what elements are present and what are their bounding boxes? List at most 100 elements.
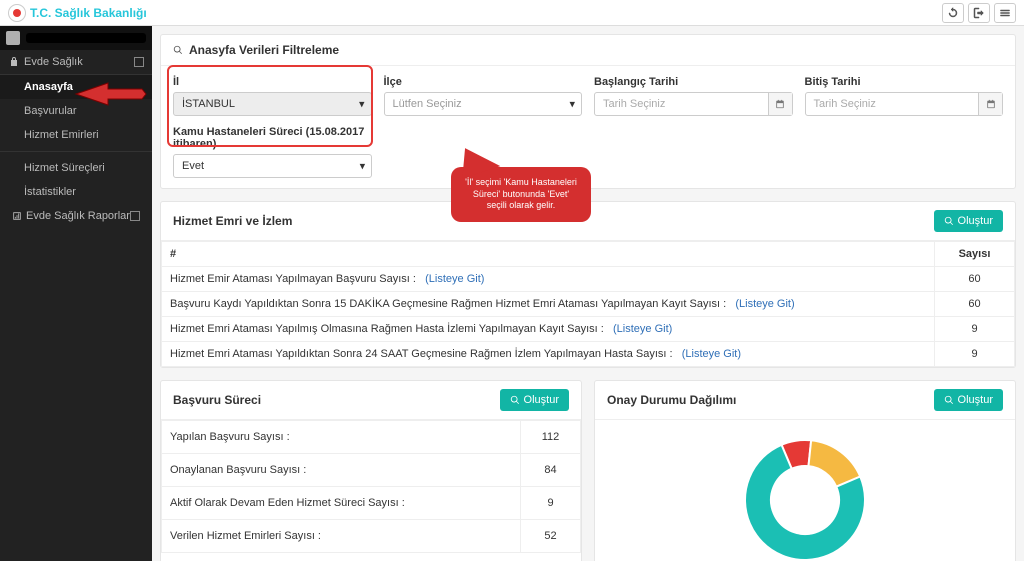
baslangic-date-input[interactable]: Tarih Seçiniz <box>594 92 793 116</box>
liste-link[interactable]: (Listeye Git) <box>613 323 672 335</box>
filter-panel-title: Anasyfa Verileri Filtreleme <box>189 43 339 57</box>
onay-header: Onay Durumu Dağılımı Oluştur <box>595 381 1015 420</box>
row-text: Hizmet Emri Ataması Yapıldıktan Sonra 24… <box>170 348 673 360</box>
basvuru-olustur-button[interactable]: Oluştur <box>500 389 569 411</box>
row-text: Onaylanan Başvuru Sayısı : <box>162 454 521 487</box>
filter-bitis-group: Bitiş Tarihi Tarih Seçiniz <box>805 76 1004 116</box>
menu-header-label: Evde Sağlık <box>24 56 83 68</box>
olustur-label: Oluştur <box>958 394 993 406</box>
ilce-select[interactable]: Lütfen Seçiniz ▾ <box>384 92 583 116</box>
logout-button[interactable] <box>968 3 990 23</box>
refresh-icon <box>947 7 959 19</box>
user-row[interactable] <box>0 26 152 50</box>
menu-button[interactable] <box>994 3 1016 23</box>
sidebar: Evde Sağlık Anasayfa Başvurular Hizmet E… <box>0 26 152 561</box>
basvuru-title: Başvuru Süreci <box>173 393 261 407</box>
basvuru-panel: Başvuru Süreci Oluştur Yapılan Başvuru S… <box>160 380 582 561</box>
sidebar-item-label: İstatistikler <box>24 186 76 198</box>
row-text: Hizmet Emri Ataması Yapılmış Olmasına Ra… <box>170 323 604 335</box>
chevron-down-icon: ▾ <box>360 160 366 173</box>
topbar: T.C. Sağlık Bakanlığı <box>0 0 1024 26</box>
hizmet-emri-olustur-button[interactable]: Oluştur <box>934 210 1003 232</box>
avatar <box>6 31 20 45</box>
search-icon <box>173 45 183 55</box>
sidebar-item-hizmet-emirleri[interactable]: Hizmet Emirleri <box>0 123 152 147</box>
hamburger-icon <box>999 7 1011 19</box>
chevron-down-icon: ▾ <box>569 98 575 111</box>
liste-link[interactable]: (Listeye Git) <box>425 273 484 285</box>
filter-il-label: İl <box>173 76 372 88</box>
filter-ilce-group: İlçe Lütfen Seçiniz ▾ <box>384 76 583 116</box>
expand-icon <box>130 211 140 221</box>
date-placeholder: Tarih Seçiniz <box>603 98 665 110</box>
filter-panel-body: İl İSTANBUL ▾ İlçe Lütfen Seçiniz ▾ Başl… <box>161 66 1015 188</box>
sidebar-item-hizmet-surecleri[interactable]: Hizmet Süreçleri <box>0 156 152 180</box>
ilce-select-placeholder: Lütfen Seçiniz <box>393 98 462 110</box>
table-row: Hizmet Emri Ataması Yapıldıktan Sonra 24… <box>162 342 1015 367</box>
sidebar-item-basvurular[interactable]: Başvurular <box>0 99 152 123</box>
sidebar-item-anasayfa[interactable]: Anasayfa <box>0 75 152 99</box>
table-row: Hizmet Emri Ataması Yapılmış Olmasına Ra… <box>162 317 1015 342</box>
main-content: Anasyfa Verileri Filtreleme İl İSTANBUL … <box>152 26 1024 561</box>
filter-baslangic-label: Başlangıç Tarihi <box>594 76 793 88</box>
row-count: 9 <box>935 342 1015 367</box>
row-count: 52 <box>521 520 581 553</box>
search-icon <box>510 395 520 405</box>
health-icon <box>8 56 20 68</box>
topbar-actions <box>942 3 1016 23</box>
filter-kamu-group: Kamu Hastaneleri Süreci (15.08.2017 itib… <box>173 126 372 178</box>
liste-link[interactable]: (Listeye Git) <box>735 298 794 310</box>
calendar-icon-svg <box>775 99 785 109</box>
sidebar-item-istatistikler[interactable]: İstatistikler <box>0 180 152 204</box>
refresh-button[interactable] <box>942 3 964 23</box>
bitis-date-input[interactable]: Tarih Seçiniz <box>805 92 1004 116</box>
onay-panel: Onay Durumu Dağılımı Oluştur Karar Veril… <box>594 380 1016 561</box>
sidebar-item-label: Hizmet Süreçleri <box>24 162 105 174</box>
donut-chart <box>735 430 875 561</box>
row-text: Yapılan Başvuru Sayısı : <box>162 421 521 454</box>
calendar-icon[interactable] <box>978 93 1002 115</box>
kamu-select-value: Evet <box>182 160 204 172</box>
sidebar-item-label: Evde Sağlık Raporlar <box>26 210 130 222</box>
sidebar-item-label: Başvurular <box>24 105 77 117</box>
table-row: Verilen Hizmet Emirleri Sayısı :52 <box>162 520 581 553</box>
calendar-icon-svg <box>986 99 996 109</box>
col-count: Sayısı <box>935 242 1015 267</box>
chevron-down-icon: ▾ <box>359 98 365 111</box>
basvuru-header: Başvuru Süreci Oluştur <box>161 381 581 420</box>
menu-header-evdesaglik[interactable]: Evde Sağlık <box>0 50 152 75</box>
row-text: Verilen Hizmet Emirleri Sayısı : <box>162 520 521 553</box>
brand: T.C. Sağlık Bakanlığı <box>8 4 147 22</box>
user-name-redacted <box>26 33 146 43</box>
brand-title: T.C. Sağlık Bakanlığı <box>30 6 147 20</box>
liste-link[interactable]: (Listeye Git) <box>682 348 741 360</box>
hizmet-emri-header: Hizmet Emri ve İzlem Oluştur <box>161 202 1015 241</box>
onay-olustur-button[interactable]: Oluştur <box>934 389 1003 411</box>
kamu-select[interactable]: Evet ▾ <box>173 154 372 178</box>
brand-logo <box>8 4 26 22</box>
date-placeholder: Tarih Seçiniz <box>814 98 876 110</box>
filter-panel-header: Anasyfa Verileri Filtreleme <box>161 35 1015 66</box>
menu-separator <box>0 151 152 152</box>
row-count: 60 <box>935 267 1015 292</box>
collapse-toggle-icon[interactable] <box>134 57 144 67</box>
filter-ilce-label: İlçe <box>384 76 583 88</box>
onay-title: Onay Durumu Dağılımı <box>607 393 736 407</box>
filter-il-group: İl İSTANBUL ▾ <box>173 76 372 116</box>
calendar-icon[interactable] <box>768 93 792 115</box>
table-row: Başvuru Kaydı Yapıldıktan Sonra 15 DAKİK… <box>162 292 1015 317</box>
row-count: 84 <box>521 454 581 487</box>
row-count: 60 <box>935 292 1015 317</box>
sidebar-item-raporlar[interactable]: Evde Sağlık Raporlar <box>0 204 152 228</box>
olustur-label: Oluştur <box>958 215 993 227</box>
donut-chart-body: Karar Verilmedi Onaylandı Reddedildi <box>595 420 1015 561</box>
search-icon <box>944 216 954 226</box>
filter-baslangic-group: Başlangıç Tarihi Tarih Seçiniz <box>594 76 793 116</box>
il-select[interactable]: İSTANBUL ▾ <box>173 92 372 116</box>
search-icon <box>944 395 954 405</box>
filter-kamu-label: Kamu Hastaneleri Süreci (15.08.2017 itib… <box>173 126 372 150</box>
logout-icon <box>973 7 985 19</box>
table-row: Aktif Olarak Devam Eden Hizmet Süreci Sa… <box>162 487 581 520</box>
table-row: Yapılan Başvuru Sayısı :112 <box>162 421 581 454</box>
sidebar-item-label: Anasayfa <box>24 81 73 93</box>
